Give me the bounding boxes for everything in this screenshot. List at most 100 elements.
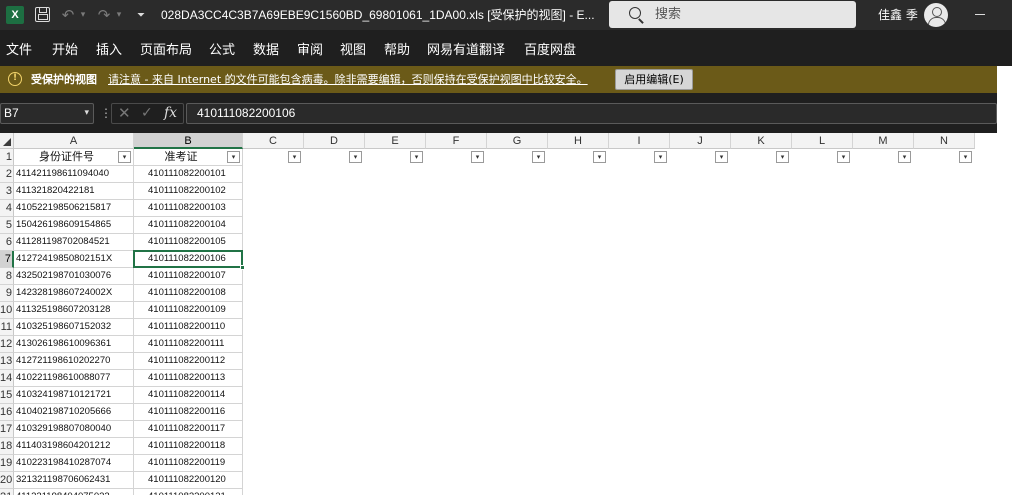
cell-id-number[interactable]: 410402198710205666 (14, 404, 134, 421)
undo-dropdown-icon[interactable]: ▾ (78, 0, 88, 30)
cell-id-number[interactable]: 410329198807080040 (14, 421, 134, 438)
header-cell-id-number[interactable]: 身份证件号 (14, 149, 134, 166)
save-icon[interactable] (35, 7, 50, 22)
filter-dropdown-icon[interactable]: ▾ (959, 151, 972, 163)
enable-editing-button[interactable]: 启用编辑(E) (615, 69, 693, 90)
insert-function-icon[interactable]: fx (164, 104, 177, 123)
row-header[interactable]: 1 (0, 149, 14, 166)
filter-dropdown-icon[interactable]: ▾ (715, 151, 728, 163)
cell-id-number[interactable]: 41272419850802151X (14, 251, 134, 268)
column-header-g[interactable]: G (487, 133, 548, 149)
column-header-c[interactable]: C (243, 133, 304, 149)
redo-icon[interactable]: ↷ (96, 0, 112, 30)
column-header-b[interactable]: B (134, 133, 243, 149)
avatar[interactable] (924, 3, 948, 27)
cell-admission-ticket[interactable]: 410111082200119 (134, 455, 243, 472)
row-header[interactable]: 19 (0, 455, 14, 472)
filter-dropdown-icon[interactable]: ▾ (898, 151, 911, 163)
cell-admission-ticket[interactable]: 410111082200117 (134, 421, 243, 438)
search-input[interactable]: 搜索 (655, 1, 681, 28)
cell-id-number[interactable]: 432502198701030076 (14, 268, 134, 285)
filter-dropdown-icon[interactable]: ▾ (471, 151, 484, 163)
row-header[interactable]: 17 (0, 421, 14, 438)
cell-id-number[interactable]: 411421198611094040 (14, 166, 134, 183)
filter-dropdown-icon[interactable]: ▾ (118, 151, 131, 163)
protected-view-message[interactable]: 请注意 - 来自 Internet 的文件可能包含病毒。除非需要编辑，否则保持在… (108, 66, 588, 93)
cell-id-number[interactable]: 410223198410287074 (14, 455, 134, 472)
column-header-e[interactable]: E (365, 133, 426, 149)
search-box[interactable]: 搜索 (609, 1, 856, 28)
menu-item-8[interactable]: 帮助 (384, 30, 410, 66)
row-header[interactable]: 10 (0, 302, 14, 319)
filter-dropdown-icon[interactable]: ▾ (776, 151, 789, 163)
cell-admission-ticket[interactable]: 410111082200106 (134, 251, 243, 268)
cell-admission-ticket[interactable]: 410111082200111 (134, 336, 243, 353)
cell-admission-ticket[interactable]: 410111082200104 (134, 217, 243, 234)
cell-admission-ticket[interactable]: 410111082200110 (134, 319, 243, 336)
row-header[interactable]: 4 (0, 200, 14, 217)
menu-item-5[interactable]: 数据 (253, 30, 279, 66)
column-header-a[interactable]: A (14, 133, 134, 149)
column-header-d[interactable]: D (304, 133, 365, 149)
filter-dropdown-icon[interactable]: ▾ (593, 151, 606, 163)
column-header-l[interactable]: L (792, 133, 853, 149)
cancel-icon[interactable]: ✕ (118, 104, 131, 123)
cell-id-number[interactable]: 411321820422181 (14, 183, 134, 200)
row-header[interactable]: 18 (0, 438, 14, 455)
filter-dropdown-icon[interactable]: ▾ (349, 151, 362, 163)
row-header[interactable]: 2 (0, 166, 14, 183)
row-header[interactable]: 16 (0, 404, 14, 421)
enter-icon[interactable]: ✓ (141, 104, 153, 123)
menu-item-6[interactable]: 审阅 (297, 30, 323, 66)
menu-item-9[interactable]: 网易有道翻译 (427, 30, 505, 66)
filter-dropdown-icon[interactable]: ▾ (288, 151, 301, 163)
row-header[interactable]: 15 (0, 387, 14, 404)
minimize-icon[interactable] (975, 14, 985, 15)
excel-icon[interactable]: X (6, 6, 24, 24)
cell-admission-ticket[interactable]: 410111082200118 (134, 438, 243, 455)
undo-icon[interactable]: ↶ (60, 0, 76, 30)
fill-handle[interactable] (240, 265, 245, 270)
row-header[interactable]: 6 (0, 234, 14, 251)
column-header-j[interactable]: J (670, 133, 731, 149)
cell-admission-ticket[interactable]: 410111082200101 (134, 166, 243, 183)
cell-admission-ticket[interactable]: 410111082200109 (134, 302, 243, 319)
row-header[interactable]: 20 (0, 472, 14, 489)
cell-id-number[interactable]: 410324198710121721 (14, 387, 134, 404)
menu-item-4[interactable]: 公式 (209, 30, 235, 66)
customize-toolbar-icon[interactable]: ⏷ (134, 0, 148, 30)
row-header[interactable]: 11 (0, 319, 14, 336)
cell-id-number[interactable]: 410522198506215817 (14, 200, 134, 217)
cell-admission-ticket[interactable]: 410111082200102 (134, 183, 243, 200)
menu-item-3[interactable]: 页面布局 (140, 30, 192, 66)
row-header[interactable]: 14 (0, 370, 14, 387)
filter-dropdown-icon[interactable]: ▾ (410, 151, 423, 163)
cell-admission-ticket[interactable]: 410111082200108 (134, 285, 243, 302)
menu-item-1[interactable]: 开始 (52, 30, 78, 66)
cell-admission-ticket[interactable]: 410111082200120 (134, 472, 243, 489)
column-header-n[interactable]: N (914, 133, 975, 149)
cell-admission-ticket[interactable]: 410111082200112 (134, 353, 243, 370)
formula-input[interactable]: 410111082200106 (186, 103, 997, 124)
user-name[interactable]: 佳鑫 季 (878, 0, 918, 30)
cell-id-number[interactable]: 411325198607203128 (14, 302, 134, 319)
row-header[interactable]: 12 (0, 336, 14, 353)
filter-dropdown-icon[interactable]: ▾ (654, 151, 667, 163)
cell-admission-ticket[interactable]: 410111082200114 (134, 387, 243, 404)
menu-item-7[interactable]: 视图 (340, 30, 366, 66)
filter-dropdown-icon[interactable]: ▾ (837, 151, 850, 163)
column-header-k[interactable]: K (731, 133, 792, 149)
select-all-button[interactable] (0, 133, 14, 149)
cell-id-number[interactable]: 150426198609154865 (14, 217, 134, 234)
cell-id-number[interactable]: 413026198610096361 (14, 336, 134, 353)
row-header[interactable]: 8 (0, 268, 14, 285)
spreadsheet-grid[interactable]: A B C D E F G H I J K L M N 1 身份证件号 准考证 ▾ ▾ ▾ ▾ ▾ ▾ ▾ ▾ ▾ ▾ ▾ ▾ ▾ ▾ 2 41… (0, 133, 997, 495)
cell-id-number[interactable]: 14232819860724002X (14, 285, 134, 302)
menu-item-0[interactable]: 文件 (6, 30, 32, 66)
filter-dropdown-icon[interactable]: ▾ (532, 151, 545, 163)
row-header[interactable]: 13 (0, 353, 14, 370)
row-header[interactable]: 7 (0, 251, 14, 268)
column-header-h[interactable]: H (548, 133, 609, 149)
cell-admission-ticket[interactable]: 410111082200121 (134, 489, 243, 495)
menu-item-2[interactable]: 插入 (96, 30, 122, 66)
